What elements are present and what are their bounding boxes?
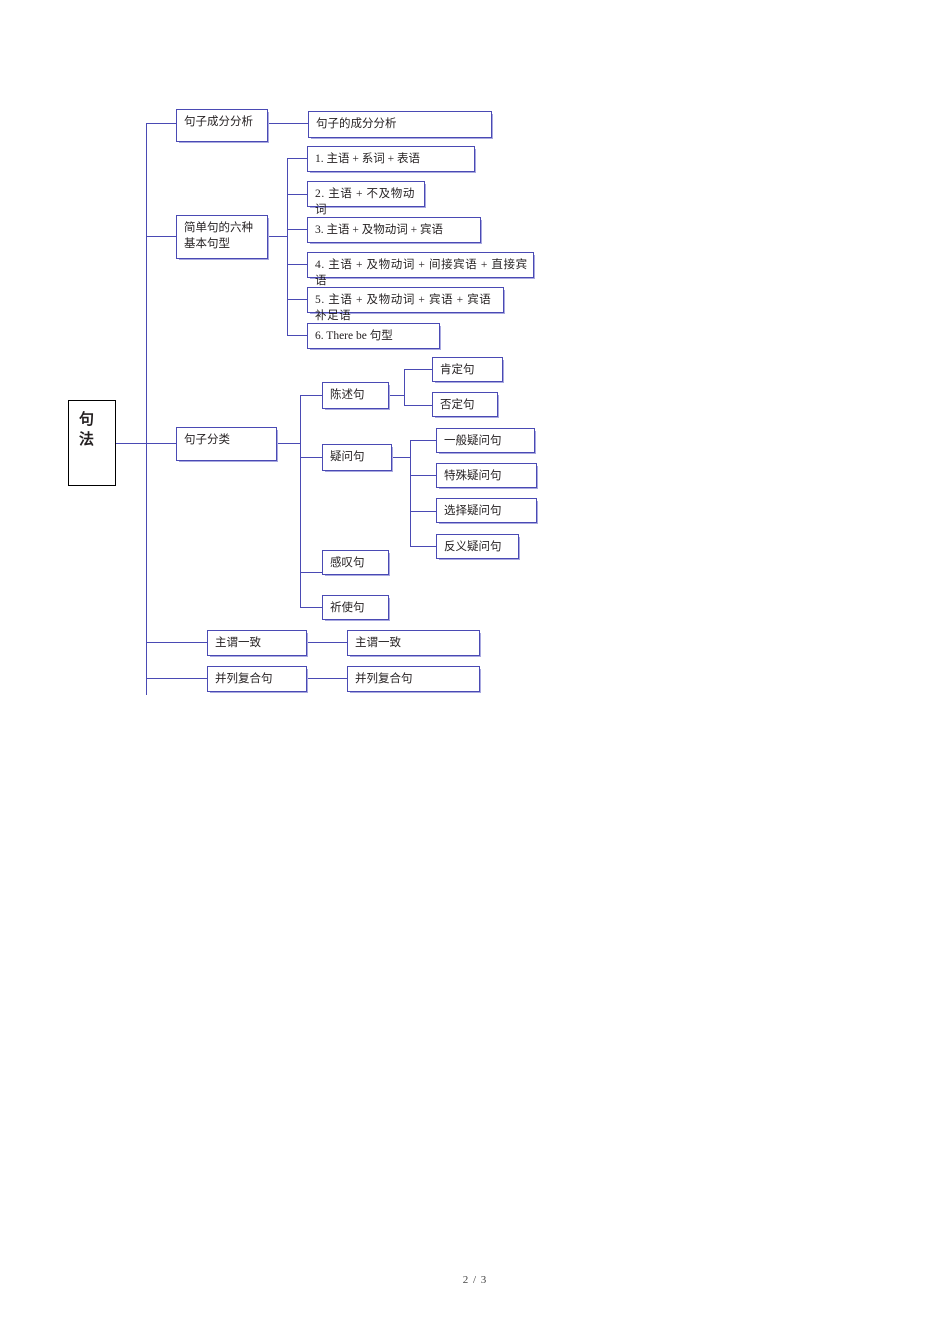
node-label: 主谓一致 [215,637,261,649]
connector-b3-to-exclamatory [300,572,322,573]
node-label: 选择疑问句 [444,505,502,517]
node-label-line1: 简单句的六种 [184,222,253,234]
connector-trunk-to-l1-2 [146,236,176,237]
node-label: 2. 主语 + 不及物动词 [315,188,415,216]
connector-b1-to-child [268,123,308,124]
node-sentence-classification[interactable]: 句子分类 [176,427,277,461]
node-compound-sentence[interactable]: 并列复合句 [207,666,307,692]
node-label-line2: 基本句型 [184,238,230,250]
node-interrogative-sentence[interactable]: 疑问句 [322,444,392,471]
connector-b2-spine [287,158,288,335]
node-compound-sentence-detail[interactable]: 并列复合句 [347,666,480,692]
node-label: 疑问句 [330,451,365,463]
connector-b5-to-child [307,678,347,679]
node-label: 陈述句 [330,389,365,401]
node-sentence-element-analysis[interactable]: 句子成分分析 [176,109,268,142]
node-label: 感叹句 [330,557,365,569]
mind-map-canvas: 句 法 句子成分分析 简单句的六种 基本句型 句子分类 主谓一致 并列复合句 句… [0,0,950,1344]
node-affirmative-sentence[interactable]: 肯定句 [432,357,503,382]
connector-interrogative-spine [410,440,411,546]
connector-b4-to-child [307,642,347,643]
node-label: 否定句 [440,399,475,411]
node-tag-question[interactable]: 反义疑问句 [436,534,519,559]
connector-b3-to-imperative [300,607,322,608]
connector-root-stem [116,443,146,444]
node-label: 句子的成分分析 [316,118,397,130]
connector-b2-to-p5 [287,299,307,300]
node-pattern-6[interactable]: 6. There be 句型 [307,323,440,349]
node-label: 一般疑问句 [444,435,502,447]
connector-b2-to-p6 [287,335,307,336]
node-label: 5. 主语 + 及物动词 + 宾语 + 宾语补足语 [315,294,492,322]
connector-declarative-stem [389,395,404,396]
connector-interrogative-to-general [410,440,436,441]
connector-b2-to-p2 [287,194,307,195]
node-label: 3. 主语 + 及物动词 + 宾语 [315,224,443,236]
node-label: 肯定句 [440,364,475,376]
node-label: 4. 主语 + 及物动词 + 间接宾语 + 直接宾语 [315,259,528,287]
node-sentence-element-analysis-detail[interactable]: 句子的成分分析 [308,111,492,138]
node-subject-verb-agreement-detail[interactable]: 主谓一致 [347,630,480,656]
node-exclamatory-sentence[interactable]: 感叹句 [322,550,389,575]
connector-interrogative-stem [392,457,410,458]
connector-trunk-to-l1-4 [146,642,207,643]
connector-b2-to-p3 [287,229,307,230]
node-pattern-5[interactable]: 5. 主语 + 及物动词 + 宾语 + 宾语补足语 [307,287,504,322]
page-number-footer: 2 / 3 [462,1274,488,1286]
connector-interrogative-to-tag [410,546,436,547]
connector-b2-to-p1 [287,158,307,159]
node-subject-verb-agreement[interactable]: 主谓一致 [207,630,307,656]
node-pattern-3[interactable]: 3. 主语 + 及物动词 + 宾语 [307,217,481,243]
node-six-basic-simple-sentence-patterns[interactable]: 简单句的六种 基本句型 [176,215,268,259]
root-node-label-line1: 句 [79,412,95,428]
connector-declarative-to-affirmative [404,369,432,370]
root-node-syntax[interactable]: 句 法 [68,400,116,486]
connector-declarative-to-negative [404,405,432,406]
connector-b2-to-p4 [287,264,307,265]
node-general-question[interactable]: 一般疑问句 [436,428,535,453]
connector-interrogative-to-special [410,475,436,476]
node-pattern-4[interactable]: 4. 主语 + 及物动词 + 间接宾语 + 直接宾语 [307,252,534,287]
connector-trunk-to-l1-1 [146,123,176,124]
node-label: 反义疑问句 [444,541,502,553]
node-pattern-2[interactable]: 2. 主语 + 不及物动词 [307,181,425,216]
node-declarative-sentence[interactable]: 陈述句 [322,382,389,409]
node-label: 句子分类 [184,434,230,446]
connector-trunk-to-l1-3 [146,443,176,444]
connector-b3-spine [300,395,301,607]
connector-trunk-to-l1-5 [146,678,207,679]
node-label: 1. 主语 + 系词 + 表语 [315,153,420,165]
connector-b3-to-declarative [300,395,322,396]
node-label: 主谓一致 [355,637,401,649]
connector-interrogative-to-alternative [410,511,436,512]
node-label: 并列复合句 [215,673,273,685]
connector-b3-to-interrogative [300,457,322,458]
connector-b2-stem [268,236,287,237]
node-special-question[interactable]: 特殊疑问句 [436,463,537,488]
node-label: 6. There be 句型 [315,330,393,342]
node-label: 祈使句 [330,602,365,614]
node-imperative-sentence[interactable]: 祈使句 [322,595,389,620]
document-page: 句 法 句子成分分析 简单句的六种 基本句型 句子分类 主谓一致 并列复合句 句… [0,0,950,1344]
node-label: 句子成分分析 [184,116,253,128]
node-pattern-1[interactable]: 1. 主语 + 系词 + 表语 [307,146,475,172]
connector-main-trunk [146,123,147,695]
root-node-label-line2: 法 [79,432,95,448]
node-label: 特殊疑问句 [444,470,502,482]
connector-declarative-spine [404,369,405,405]
node-negative-sentence[interactable]: 否定句 [432,392,498,417]
node-label: 并列复合句 [355,673,413,685]
connector-b3-stem [277,443,300,444]
node-alternative-question[interactable]: 选择疑问句 [436,498,537,523]
